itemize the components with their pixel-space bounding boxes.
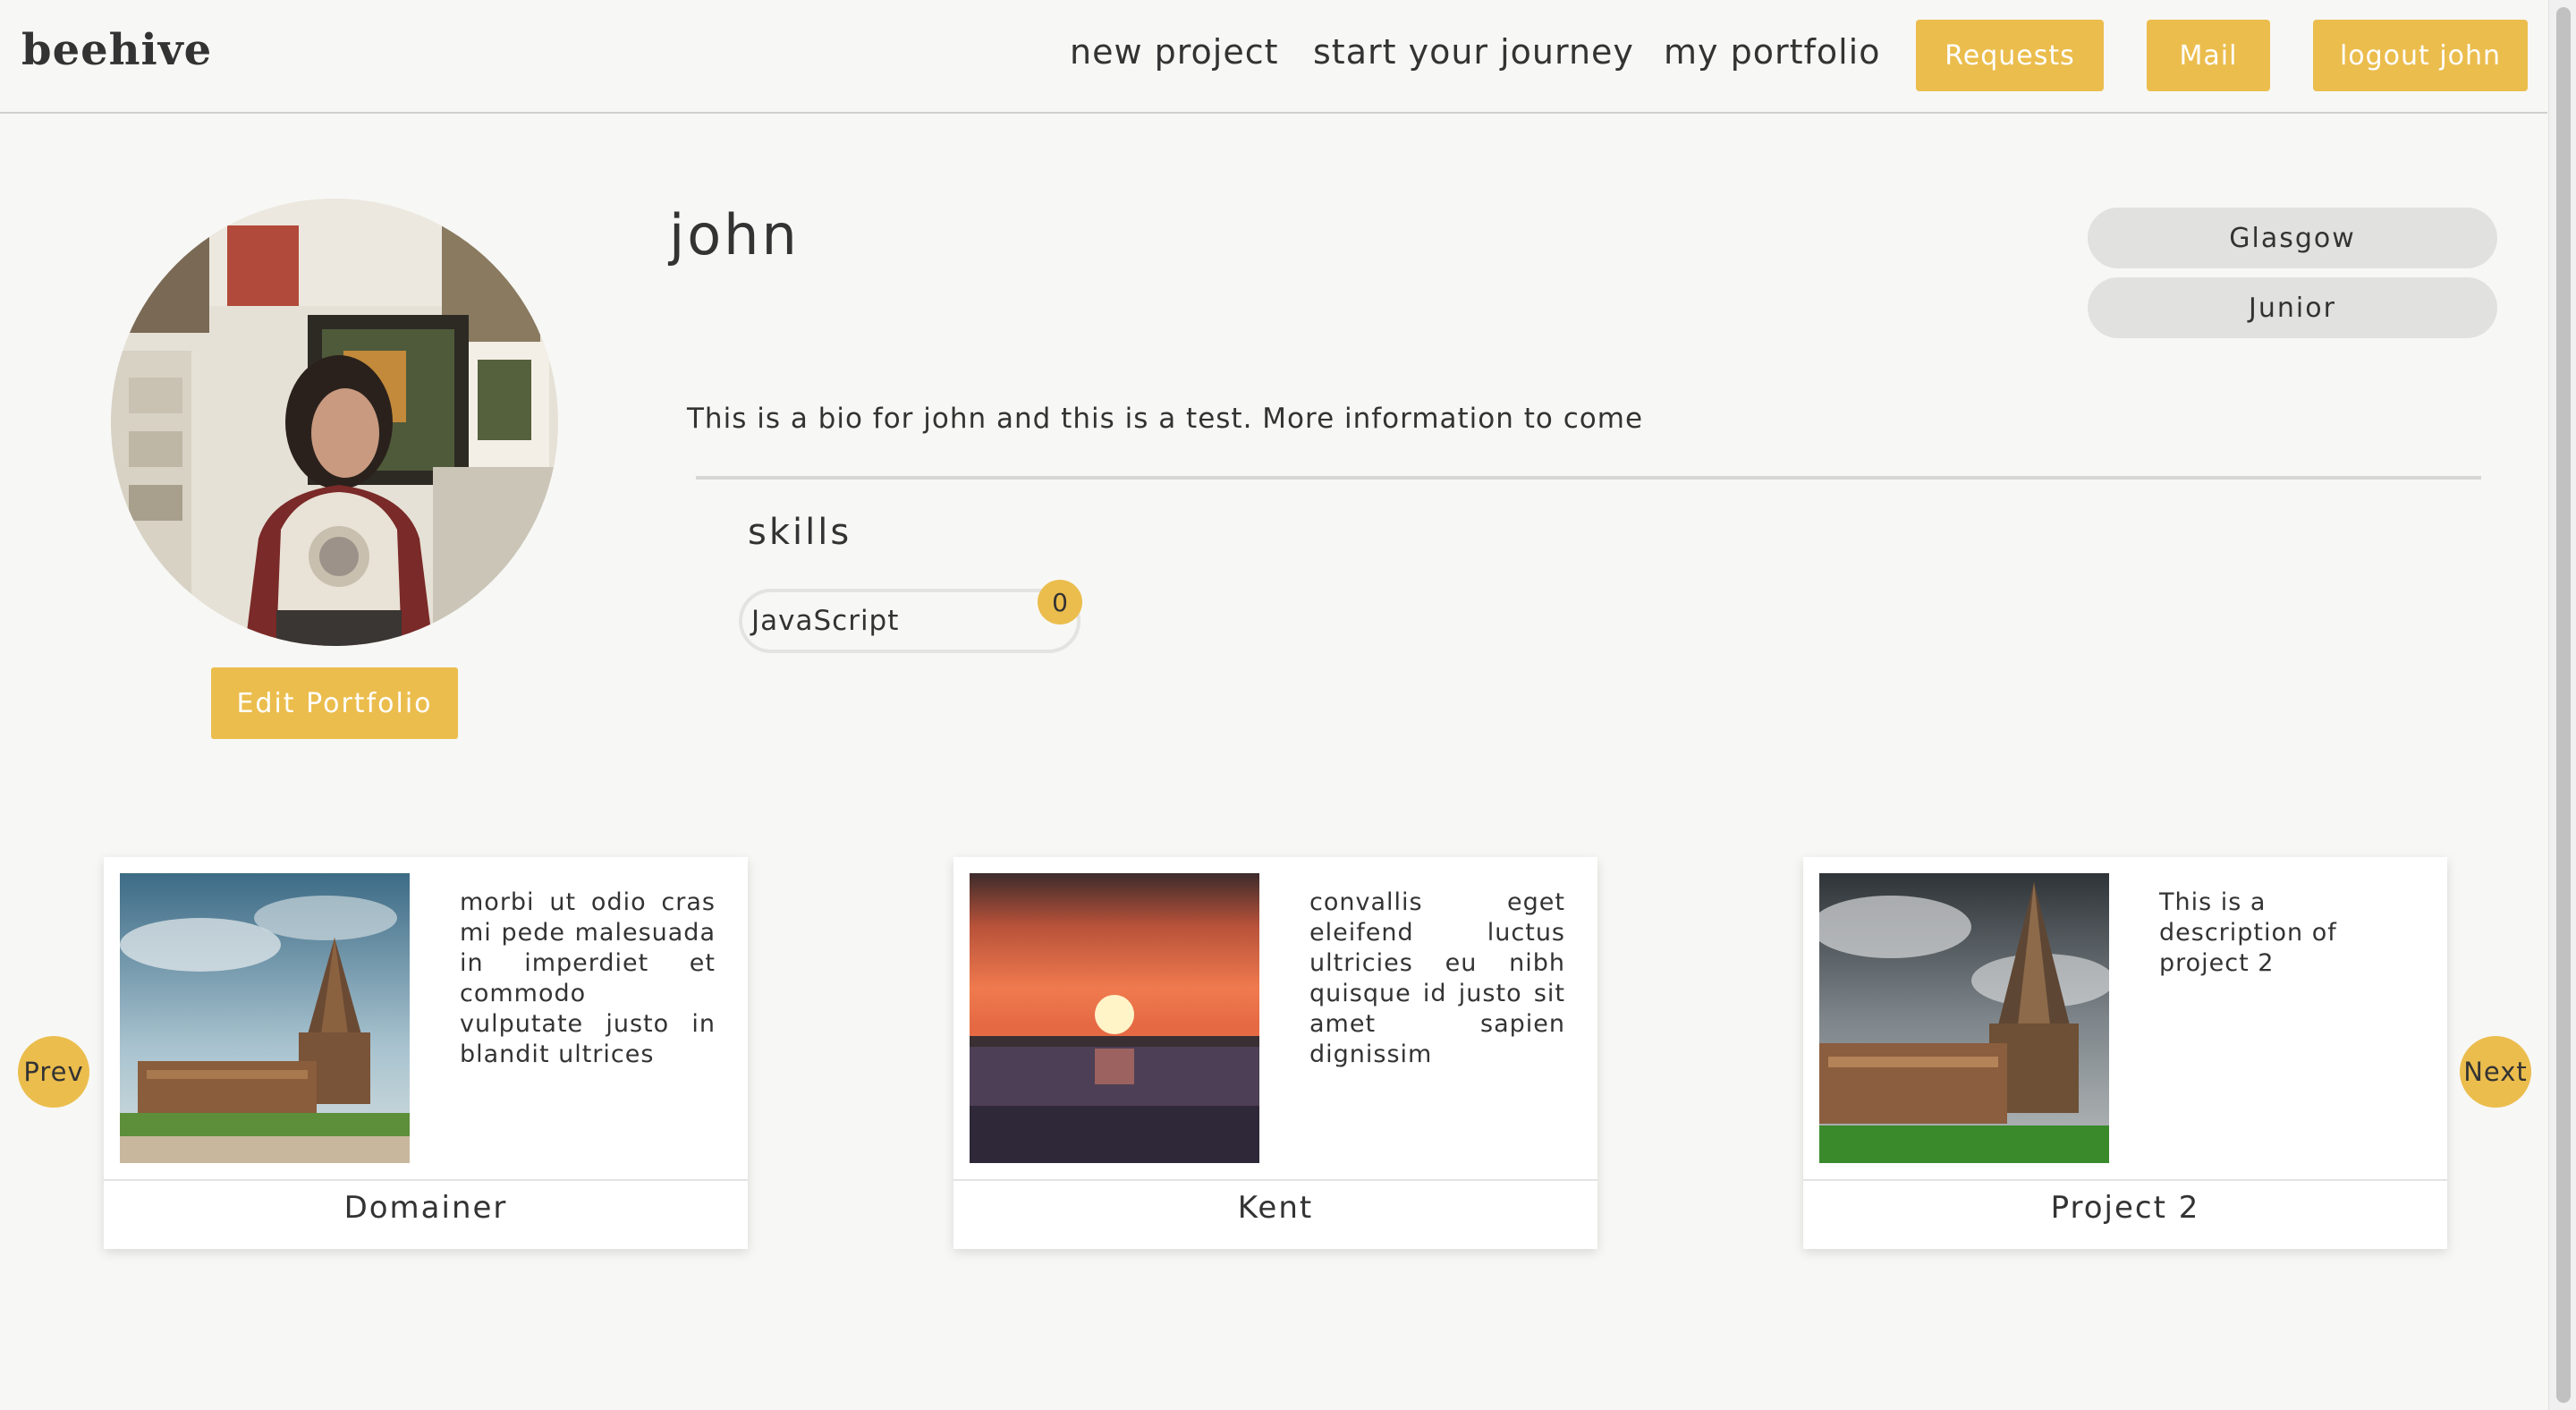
project-card-domainer[interactable]: morbi ut odio cras mi pede malesuada in … [104,857,748,1249]
page-scrollbar[interactable] [2548,0,2576,1410]
carousel-prev-button[interactable]: Prev [18,1036,89,1108]
card-divider [104,1179,748,1181]
section-divider [696,476,2481,480]
card-divider [1803,1179,2447,1181]
nav-new-project[interactable]: new project [1070,32,1279,72]
project-description: morbi ut odio cras mi pede malesuada in … [460,888,716,1068]
scrollbar-thumb[interactable] [2556,7,2571,1403]
logout-button[interactable]: logout john [2313,20,2528,91]
nav-my-portfolio[interactable]: my portfolio [1664,32,1880,72]
profile-photo [111,199,558,646]
edit-portfolio-button[interactable]: Edit Portfolio [211,667,458,739]
project-description: convallis eget eleifend luctus ultricies… [1309,888,1565,1068]
requests-button[interactable]: Requests [1916,20,2104,91]
mail-button[interactable]: Mail [2147,20,2270,91]
top-navbar: beehive new project start your journey m… [0,0,2547,114]
project-description: This is a description of project 2 [2159,888,2337,977]
project-card-kent[interactable]: convallis eget eleifend luctus ultricies… [953,857,1597,1249]
skills-heading: skills [748,512,852,553]
project-title[interactable]: Domainer [104,1190,748,1226]
profile-avatar [111,199,558,646]
skill-count-badge: 0 [1038,580,1082,624]
location-badge: Glasgow [2088,208,2497,268]
carousel-next-button[interactable]: Next [2460,1036,2531,1108]
app-logo[interactable]: beehive [21,25,212,75]
project-image-temple [120,873,410,1163]
project-title[interactable]: Kent [953,1190,1597,1226]
project-card-project-2[interactable]: This is a description of project 2 Proje… [1803,857,2447,1249]
profile-name: john [669,202,800,268]
level-badge: Junior [2088,277,2497,338]
card-divider [953,1179,1597,1181]
profile-bio: This is a bio for john and this is a tes… [687,403,1644,435]
project-image-sunset [970,873,1259,1163]
project-title[interactable]: Project 2 [1803,1190,2447,1226]
skill-chip-javascript[interactable]: JavaScript [739,589,1080,653]
project-image-temple-hdr [1819,873,2109,1163]
nav-start-journey[interactable]: start your journey [1313,32,1634,72]
